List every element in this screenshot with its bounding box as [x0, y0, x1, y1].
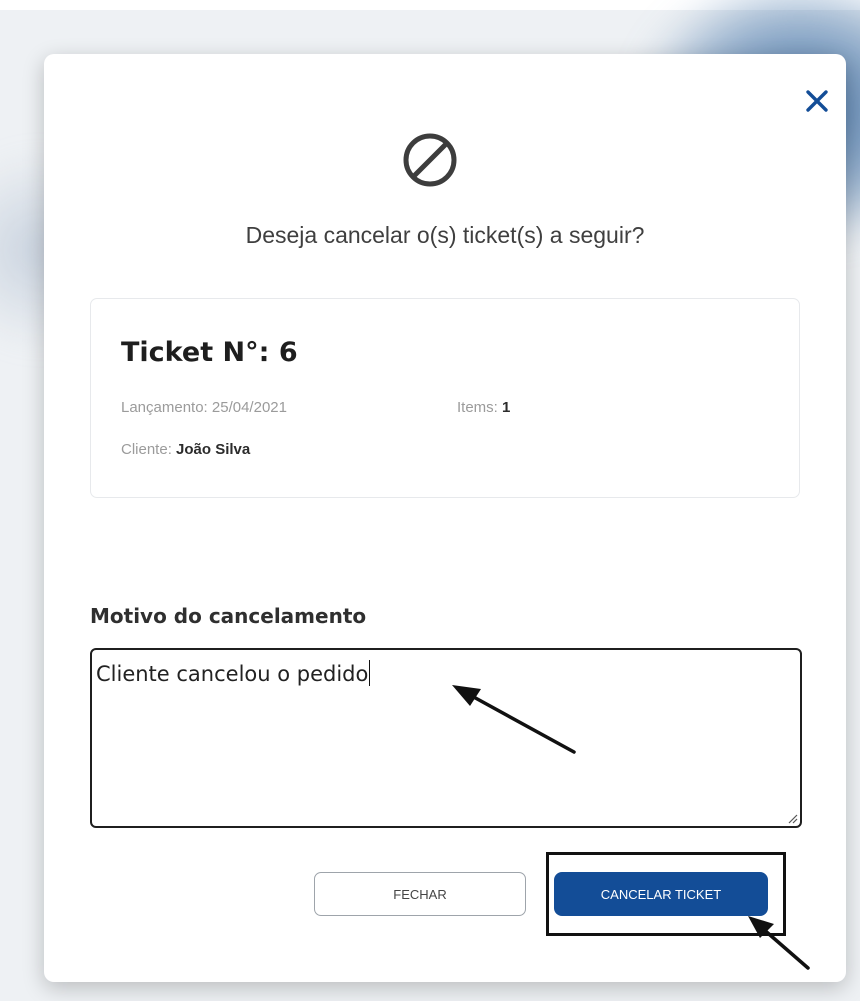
ticket-client-label: Cliente: — [121, 441, 172, 458]
reason-textarea[interactable]: Cliente cancelou o pedido — [90, 648, 802, 828]
close-icon[interactable] — [800, 84, 834, 118]
reason-value: Cliente cancelou o pedido — [96, 662, 369, 686]
close-button[interactable]: FECHAR — [314, 872, 526, 916]
cancel-ticket-button[interactable]: CANCELAR TICKET — [554, 872, 768, 916]
ticket-client: Cliente: João Silva — [121, 441, 250, 458]
reason-text: Cliente cancelou o pedido — [96, 660, 371, 686]
dialog-question: Deseja cancelar o(s) ticket(s) a seguir? — [245, 222, 645, 248]
ticket-title: Ticket N°: 6 — [121, 337, 298, 368]
ticket-launch-date: Lançamento: 25/04/2021 — [121, 399, 287, 416]
prohibited-icon — [400, 130, 460, 190]
reason-label: Motivo do cancelamento — [90, 604, 367, 628]
ticket-items: Items: 1 — [457, 399, 510, 416]
resize-grip-icon[interactable] — [786, 812, 798, 824]
ticket-items-value: 1 — [502, 399, 511, 416]
ticket-items-label: Items: — [457, 399, 498, 416]
ticket-card: Ticket N°: 6 Lançamento: 25/04/2021 Item… — [90, 298, 800, 498]
ticket-client-value: João Silva — [176, 441, 251, 458]
cancel-ticket-dialog: Deseja cancelar o(s) ticket(s) a seguir?… — [44, 54, 846, 982]
text-caret — [369, 660, 371, 686]
